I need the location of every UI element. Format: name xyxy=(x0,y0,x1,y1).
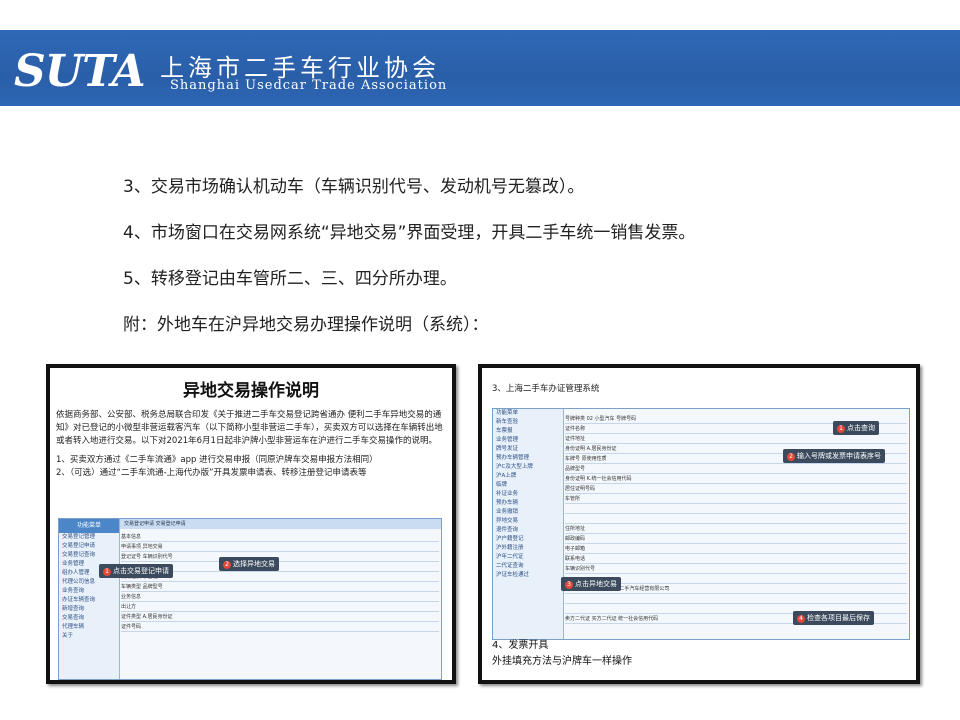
form-row: 住所地址 xyxy=(565,525,907,534)
callout-query: 1 点击查询 xyxy=(833,421,879,435)
form-row xyxy=(565,505,907,514)
sidebar-item[interactable]: 补证业务 xyxy=(493,490,563,499)
form-row: 出让方 xyxy=(121,603,439,612)
form-row: 车管所 xyxy=(565,495,907,504)
form-row: 基本信息 xyxy=(121,533,439,542)
sidebar-item[interactable]: 异地交易 xyxy=(493,517,563,526)
ui2-sidebar: 功能菜单 新车查验 车票报 业务管理 牌号发证 预办车辆管理 沪C及大型上牌 沪A上牌 临牌 补证… xyxy=(493,409,564,639)
sys-footer-2: 外挂填充方法与沪牌车一样操作 xyxy=(492,656,632,667)
form-row xyxy=(565,515,907,524)
sidebar-item[interactable]: 沪C及大型上牌 xyxy=(493,463,563,472)
form-row xyxy=(565,595,907,604)
sidebar-item[interactable]: 办证车辆查询 xyxy=(59,596,119,605)
sidebar-item[interactable]: 沪外籍注册 xyxy=(493,544,563,553)
callout-remote-label: 选择异地交易 xyxy=(233,560,275,568)
sidebar-item[interactable]: 新增查询 xyxy=(59,605,119,614)
body-text: 3、交易市场确认机动车（车辆识别代号、发动机号无篡改）。 4、市场窗口在交易网系… xyxy=(123,172,923,356)
callout-apply-label: 点击交易登记申请 xyxy=(113,567,169,575)
form-row: 品牌型号 xyxy=(565,465,907,474)
form-row: 身份证明 K.统一社会信用代码 xyxy=(565,475,907,484)
callout-input: 2 输入号牌或发票申请表序号 xyxy=(783,449,885,463)
sidebar-item[interactable]: 预办车辆管理 xyxy=(493,454,563,463)
sys-footer: 4、发票开具 外挂填充方法与沪牌车一样操作 xyxy=(492,638,632,670)
step-1-marker: 1 xyxy=(103,568,111,576)
sidebar-item[interactable]: 交易登记查询 xyxy=(59,551,119,560)
system-ui-1: 功能菜单 交易登记管理 交易登记申请 交易登记查询 业务管理 组办人管理 代理公司信息 业务… xyxy=(58,518,442,680)
org-name-en: Shanghai Usedcar Trade Association xyxy=(170,78,448,93)
sidebar-item[interactable]: 代理公司信息 xyxy=(59,578,119,587)
sidebar-item[interactable]: 关于 xyxy=(59,632,119,641)
suta-logo: SUTA xyxy=(14,46,146,97)
form-row: 登记证号 车辆识别代号 xyxy=(121,553,439,562)
doc-step-1: 1、买卖双方通过《二手车流通》app 进行交易申报（同原沪牌车交易申报方法相同） xyxy=(56,455,378,465)
step-1-marker-2: 1 xyxy=(837,425,845,433)
callout-save: 4 检查各项目最后保存 xyxy=(793,611,874,625)
line-4: 4、市场窗口在交易网系统“异地交易”界面受理，开具二手车统一销售发票。 xyxy=(123,223,696,243)
form-row: 联系电话 xyxy=(565,555,907,564)
sidebar-item[interactable]: 交易登记管理 xyxy=(59,533,119,542)
ui1-sidebar-head: 功能菜单 xyxy=(59,519,119,533)
sys-heading: 3、上海二手车办证管理系统 xyxy=(492,384,600,394)
form-row: 居住证明号码 xyxy=(565,485,907,494)
sidebar-item[interactable]: 车票报 xyxy=(493,427,563,436)
callout-input-label: 输入号牌或发票申请表序号 xyxy=(797,452,881,460)
step-4-marker: 4 xyxy=(797,615,805,623)
sidebar-item[interactable]: 沪证车检通过 xyxy=(493,571,563,580)
sidebar-item[interactable]: 预办车辆 xyxy=(493,499,563,508)
callout-apply: 1 点击交易登记申请 xyxy=(99,564,173,578)
sidebar-item[interactable]: 退件查询 xyxy=(493,526,563,535)
form-row: 邮政编码 xyxy=(565,535,907,544)
form-row: 电子邮箱 xyxy=(565,545,907,554)
sys-footer-1: 4、发票开具 xyxy=(492,640,549,651)
form-row: 证件类型 A.居民身份证 xyxy=(121,613,439,622)
form-row: 业务信息 xyxy=(121,593,439,602)
callout-remote-trade-label: 点击异地交易 xyxy=(575,580,617,588)
callout-query-label: 点击查询 xyxy=(847,424,875,432)
sidebar-item[interactable]: 牌号发证 xyxy=(493,445,563,454)
sidebar-item[interactable]: 业务管理 xyxy=(493,436,563,445)
sidebar-item[interactable]: 交易查询 xyxy=(59,614,119,623)
callout-remote-trade: 3 点击异地交易 xyxy=(561,577,621,591)
ui1-sidebar: 功能菜单 交易登记管理 交易登记申请 交易登记查询 业务管理 组办人管理 代理公司信息 业务… xyxy=(59,519,120,679)
sidebar-item[interactable]: 沪户籍登记 xyxy=(493,535,563,544)
callout-remote: 2 选择异地交易 xyxy=(219,557,279,571)
sidebar-item[interactable]: 交易登记申请 xyxy=(59,542,119,551)
step-2-marker-2: 2 xyxy=(787,453,795,461)
sidebar-item[interactable]: 沪年二代证 xyxy=(493,553,563,562)
sidebar-item[interactable]: 业务查询 xyxy=(59,587,119,596)
form-row: 证件号码 xyxy=(121,623,439,632)
sidebar-item[interactable]: 二代证查询 xyxy=(493,562,563,571)
step-2-marker: 2 xyxy=(223,561,231,569)
system-ui-2: 功能菜单 新车查验 车票报 业务管理 牌号发证 预办车辆管理 沪C及大型上牌 沪A上牌 临牌 补证… xyxy=(492,408,910,640)
instruction-screenshot-2: 3、上海二手车办证管理系统 功能菜单 新车查验 车票报 业务管理 牌号发证 预办车辆管理沪… xyxy=(478,364,920,684)
ui1-tabbar: 交易登记申请 交易登记申请 xyxy=(120,519,441,529)
form-row: 证件地址 xyxy=(565,435,907,444)
step-3-marker: 3 xyxy=(565,581,573,589)
callout-save-label: 检查各项目最后保存 xyxy=(807,614,870,622)
line-3: 3、交易市场确认机动车（车辆识别代号、发动机号无篡改）。 xyxy=(123,177,585,197)
sidebar-item[interactable]: 沪A上牌 xyxy=(493,472,563,481)
sidebar-item[interactable]: 功能菜单 xyxy=(493,409,563,418)
form-row: 车辆识别代号 xyxy=(565,565,907,574)
line-5: 5、转移登记由车管所二、三、四分所办理。 xyxy=(123,269,457,289)
doc-step-2: 2、（可选）通过“二手车流通-上海代办版”开具发票申请表、转移注册登记申请表等 xyxy=(56,468,367,478)
form-row: 申请事项 异地交易 xyxy=(121,543,439,552)
doc-title: 异地交易操作说明 xyxy=(183,381,319,401)
doc-paragraph: 依据商务部、公安部、税务总局联合印发《关于推进二手车交易登记跨省通办 便利二手车… xyxy=(56,410,443,446)
line-appendix: 附：外地车在沪异地交易办理操作说明（系统）： xyxy=(123,315,489,335)
sidebar-item[interactable]: 业务撤销 xyxy=(493,508,563,517)
sidebar-item[interactable]: 新车查验 xyxy=(493,418,563,427)
sidebar-item[interactable]: 临牌 xyxy=(493,481,563,490)
form-row: 车辆类型 品牌型号 xyxy=(121,583,439,592)
sidebar-item[interactable]: 代理车辆 xyxy=(59,623,119,632)
instruction-screenshot-1: 异地交易操作说明 依据商务部、公安部、税务总局联合印发《关于推进二手车交易登记跨… xyxy=(46,364,456,684)
